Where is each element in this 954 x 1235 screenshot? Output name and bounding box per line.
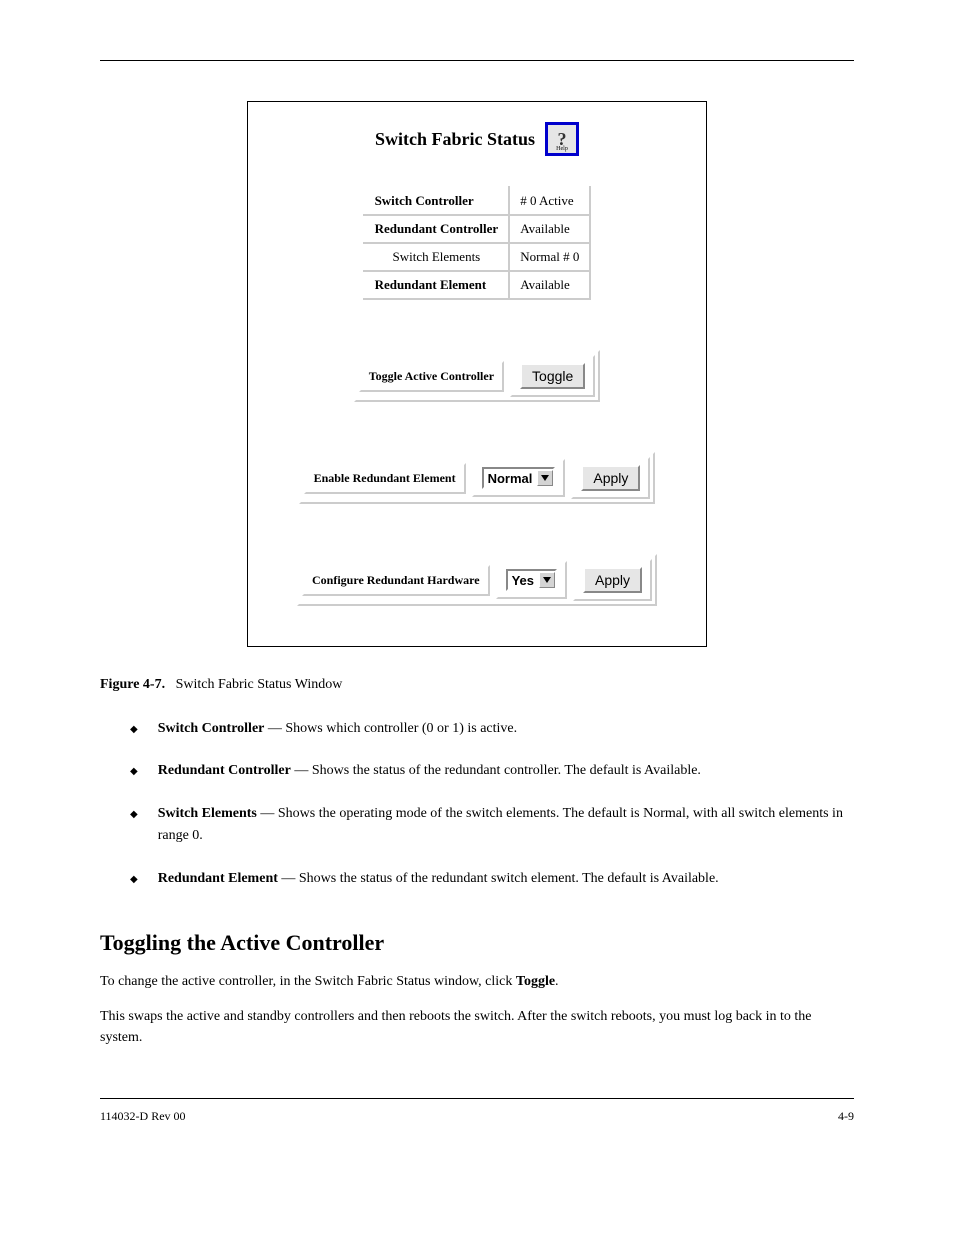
configure-row: Configure Redundant Hardware Yes Apply bbox=[297, 554, 657, 606]
status-label: Switch Elements bbox=[364, 243, 510, 271]
table-row: Switch Elements Normal # 0 bbox=[364, 243, 591, 271]
status-value: # 0 Active bbox=[509, 187, 590, 215]
toggle-button[interactable]: Toggle bbox=[520, 363, 585, 389]
enable-row: Enable Redundant Element Normal Apply bbox=[299, 452, 656, 504]
bullet-icon: ◆ bbox=[130, 807, 138, 848]
list-item: ◆ Redundant Controller — Shows the statu… bbox=[130, 760, 854, 782]
list-item: ◆ Switch Elements — Shows the operating … bbox=[130, 803, 854, 848]
section-heading: Toggling the Active Controller bbox=[100, 930, 854, 956]
toggle-label: Toggle Active Controller bbox=[369, 369, 494, 384]
enable-select[interactable]: Normal bbox=[482, 467, 556, 489]
status-label: Redundant Controller bbox=[364, 215, 510, 243]
help-icon[interactable]: ? Help bbox=[545, 122, 579, 156]
top-rule bbox=[100, 60, 854, 61]
table-row: Redundant Element Available bbox=[364, 271, 591, 299]
table-row: Redundant Controller Available bbox=[364, 215, 591, 243]
bottom-rule bbox=[100, 1098, 854, 1099]
status-label: Switch Controller bbox=[364, 187, 510, 215]
footer-left: 114032-D Rev 00 bbox=[100, 1109, 186, 1124]
enable-label: Enable Redundant Element bbox=[314, 471, 456, 486]
switch-fabric-panel: Switch Fabric Status ? Help Switch Contr… bbox=[247, 101, 707, 647]
chevron-down-icon bbox=[537, 470, 553, 486]
status-label: Redundant Element bbox=[364, 271, 510, 299]
configure-label: Configure Redundant Hardware bbox=[312, 573, 480, 588]
bullet-icon: ◆ bbox=[130, 872, 138, 890]
table-row: Switch Controller # 0 Active bbox=[364, 187, 591, 215]
body-paragraph: To change the active controller, in the … bbox=[100, 971, 854, 992]
configure-apply-button[interactable]: Apply bbox=[583, 567, 642, 593]
list-item: ◆ Switch Controller — Shows which contro… bbox=[130, 718, 854, 740]
footer-right: 4-9 bbox=[838, 1109, 854, 1124]
description-list: ◆ Switch Controller — Shows which contro… bbox=[130, 718, 854, 890]
toggle-row: Toggle Active Controller Toggle bbox=[354, 350, 601, 402]
bullet-icon: ◆ bbox=[130, 722, 138, 740]
status-value: Available bbox=[509, 215, 590, 243]
enable-apply-button[interactable]: Apply bbox=[581, 465, 640, 491]
list-item: ◆ Redundant Element — Shows the status o… bbox=[130, 868, 854, 890]
panel-title: Switch Fabric Status bbox=[375, 129, 535, 150]
status-table: Switch Controller # 0 Active Redundant C… bbox=[363, 186, 592, 300]
chevron-down-icon bbox=[539, 572, 555, 588]
status-value: Available bbox=[509, 271, 590, 299]
body-paragraph: This swaps the active and standby contro… bbox=[100, 1006, 854, 1048]
page-footer: 114032-D Rev 00 4-9 bbox=[100, 1109, 854, 1124]
configure-select[interactable]: Yes bbox=[506, 569, 557, 591]
figure-caption: Figure 4-7. Switch Fabric Status Window bbox=[100, 677, 854, 693]
bullet-icon: ◆ bbox=[130, 764, 138, 782]
status-value: Normal # 0 bbox=[509, 243, 590, 271]
